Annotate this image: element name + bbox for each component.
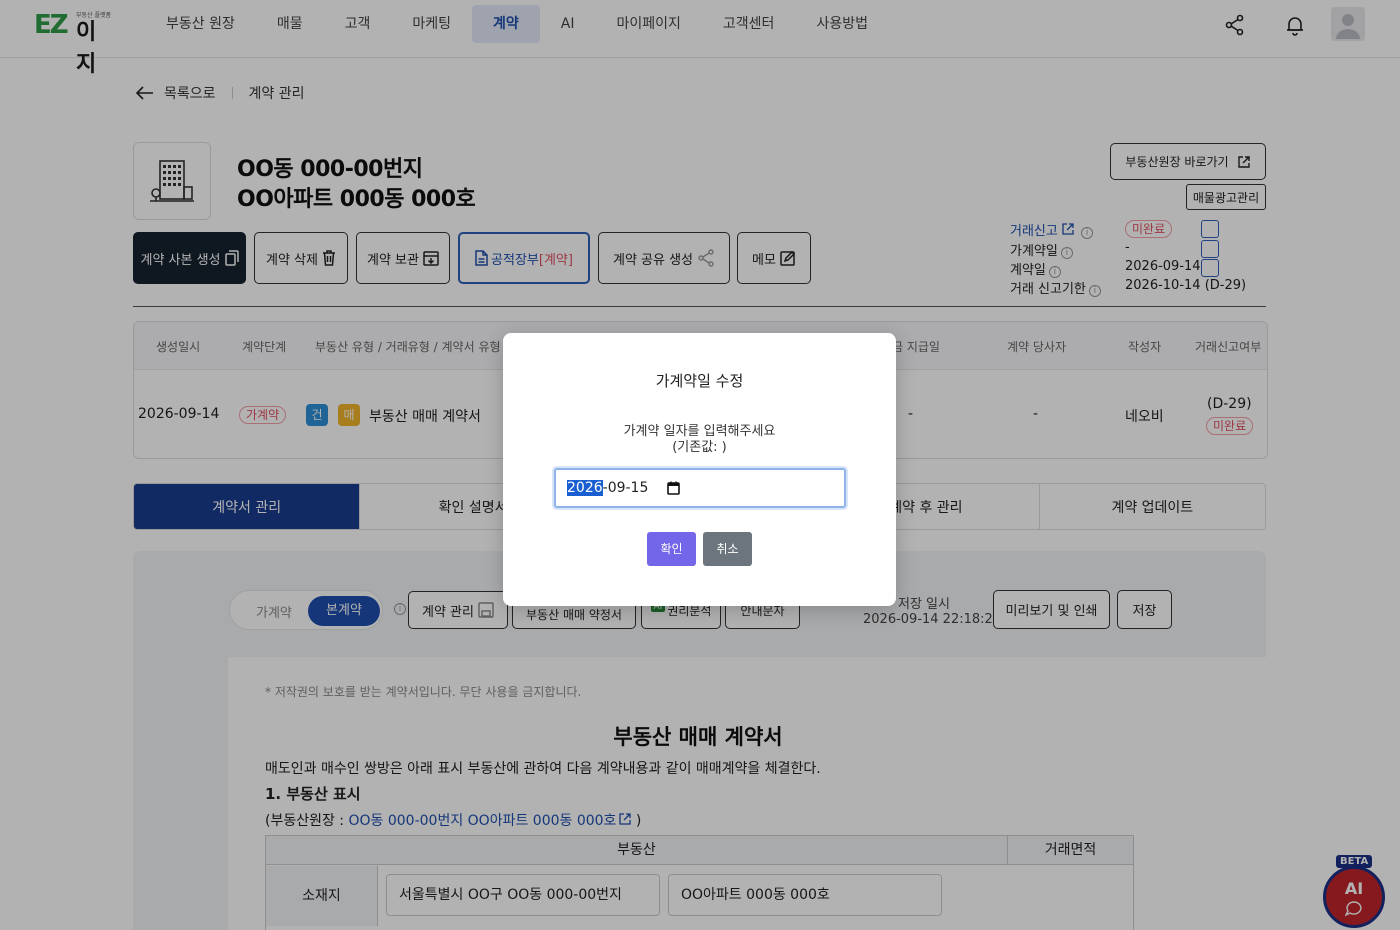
date-input[interactable]: 2026-09-15 — [554, 468, 846, 508]
confirm-button[interactable]: 확인 — [647, 532, 696, 566]
prelim-date-modal: 가계약일 수정 가계약 일자를 입력해주세요 (기존값: ) 2026-09-1… — [503, 333, 896, 606]
cancel-button[interactable]: 취소 — [703, 532, 752, 566]
date-rest: -09-15 — [602, 480, 649, 496]
date-year-selected: 2026 — [567, 480, 603, 496]
modal-default-note: (기존값: ) — [672, 440, 727, 455]
date-value: 2026-09-15 — [567, 480, 648, 496]
modal-title: 가계약일 수정 — [655, 372, 744, 390]
calendar-icon[interactable] — [667, 481, 680, 495]
